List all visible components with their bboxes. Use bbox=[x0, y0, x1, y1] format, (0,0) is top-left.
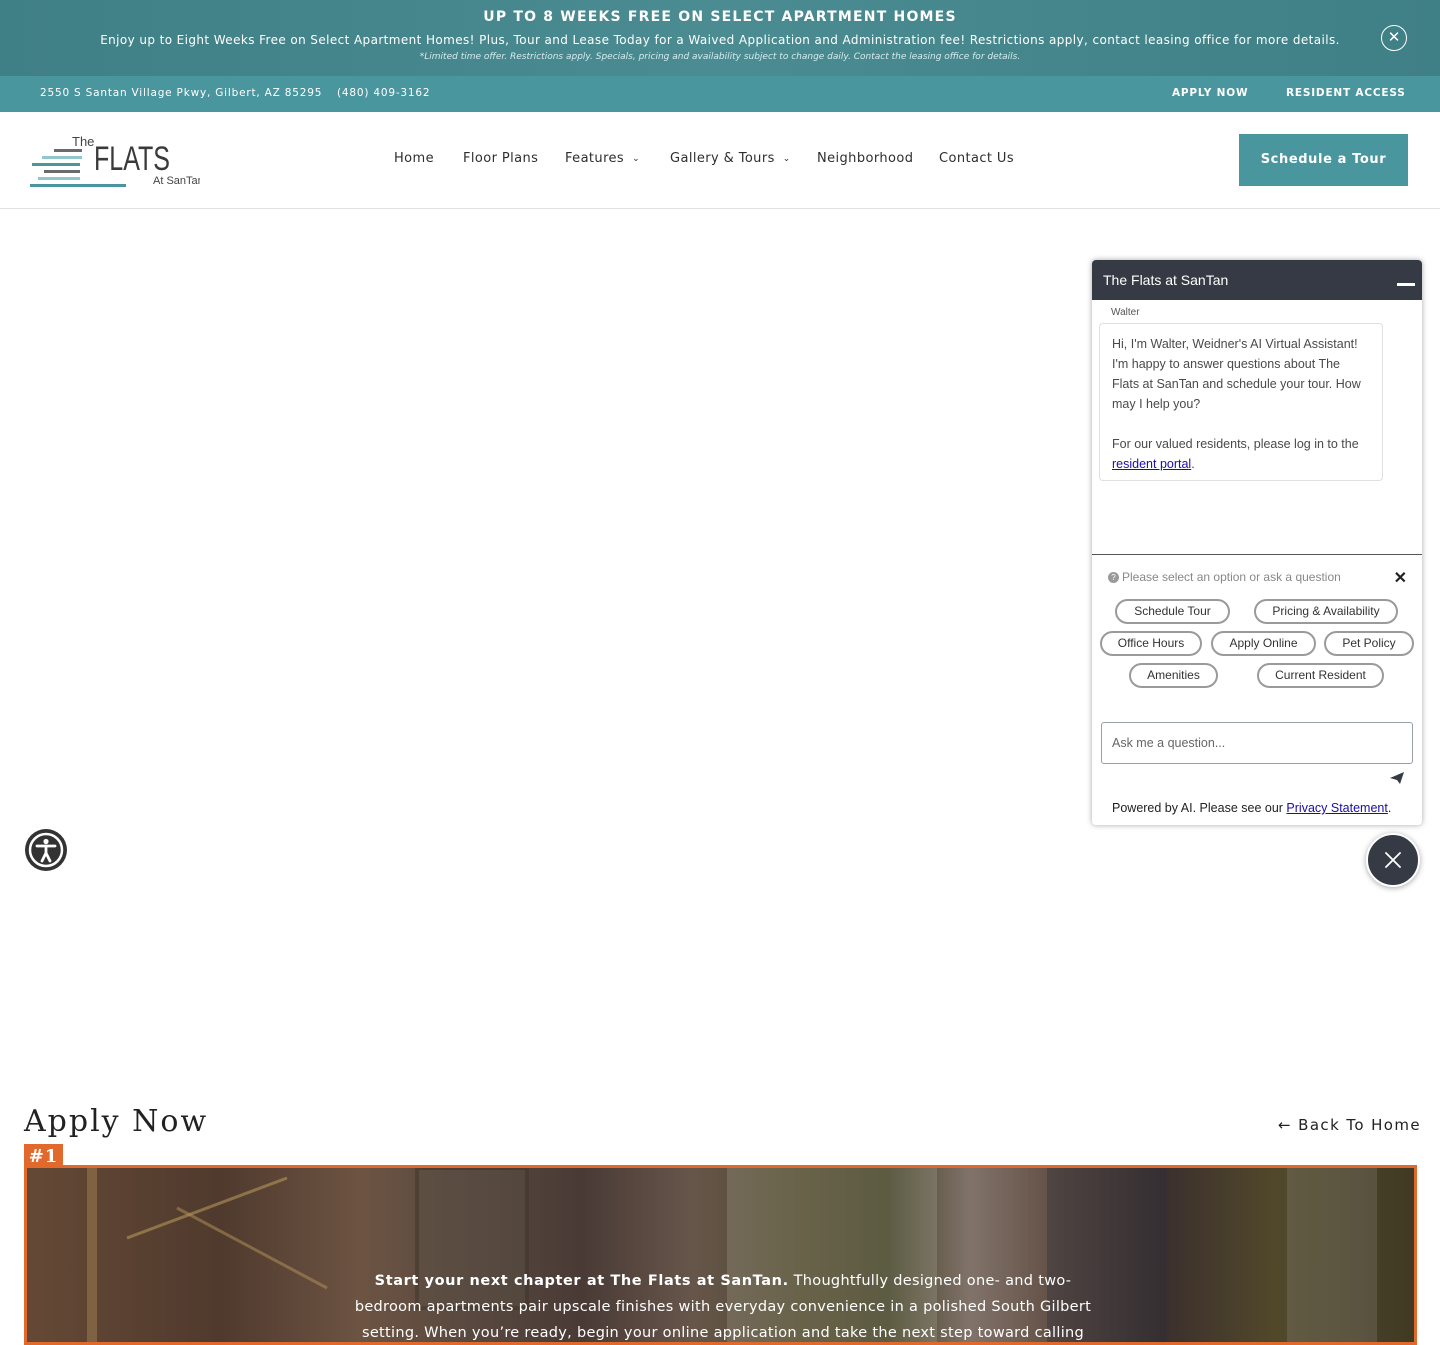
question-icon: ? bbox=[1108, 572, 1119, 583]
accessibility-icon bbox=[28, 832, 64, 868]
send-icon[interactable] bbox=[1390, 772, 1404, 784]
privacy-statement-link[interactable]: Privacy Statement bbox=[1286, 801, 1387, 815]
chevron-down-icon: ⌄ bbox=[782, 154, 791, 164]
apply-hero-banner: Start your next chapter at The Flats at … bbox=[24, 1165, 1417, 1345]
accessibility-button[interactable] bbox=[25, 829, 67, 871]
back-to-home-link[interactable]: ← Back To Home bbox=[1278, 1116, 1421, 1134]
svg-text:FLATS: FLATS bbox=[94, 140, 170, 178]
nav-contact-us[interactable]: Contact Us bbox=[939, 151, 1014, 166]
option-amenities[interactable]: Amenities bbox=[1129, 663, 1218, 688]
close-icon[interactable]: ✕ bbox=[1381, 25, 1407, 51]
site-header: The FLATS At SanTan Home Floor Plans Fea… bbox=[0, 112, 1440, 209]
nav-features[interactable]: Features ⌄ bbox=[565, 151, 640, 166]
chevron-down-icon: ⌄ bbox=[632, 154, 641, 164]
promo-fine-print: *Limited time offer. Restrictions apply.… bbox=[419, 52, 1021, 62]
option-office-hours[interactable]: Office Hours bbox=[1100, 631, 1202, 656]
nav-home[interactable]: Home bbox=[394, 151, 434, 166]
nav-floor-plans[interactable]: Floor Plans bbox=[463, 151, 538, 166]
chat-toggle-button[interactable] bbox=[1366, 833, 1420, 887]
chat-input[interactable] bbox=[1101, 722, 1413, 764]
option-apply-online[interactable]: Apply Online bbox=[1211, 631, 1316, 656]
chat-message: Hi, I'm Walter, Weidner's AI Virtual Ass… bbox=[1099, 323, 1383, 481]
chat-divider bbox=[1092, 554, 1422, 555]
option-pricing-availability[interactable]: Pricing & Availability bbox=[1254, 599, 1398, 624]
promo-title: UP TO 8 WEEKS FREE ON SELECT APARTMENT H… bbox=[483, 9, 957, 25]
chat-hint: ? Please select an option or ask a questi… bbox=[1108, 570, 1341, 584]
apply-section-title: Apply Now bbox=[24, 1104, 209, 1139]
schedule-tour-button[interactable]: Schedule a Tour bbox=[1239, 134, 1408, 186]
apply-now-link[interactable]: APPLY NOW bbox=[1172, 87, 1248, 99]
option-current-resident[interactable]: Current Resident bbox=[1257, 663, 1384, 688]
chat-widget: The Flats at SanTan Walter Hi, I'm Walte… bbox=[1092, 260, 1422, 825]
chat-sender-name: Walter bbox=[1111, 307, 1140, 318]
chat-header: The Flats at SanTan bbox=[1092, 260, 1422, 300]
svg-text:At SanTan: At SanTan bbox=[153, 175, 200, 187]
promo-banner: UP TO 8 WEEKS FREE ON SELECT APARTMENT H… bbox=[0, 0, 1440, 76]
nav-gallery-tours[interactable]: Gallery & Tours ⌄ bbox=[670, 151, 791, 166]
site-logo[interactable]: The FLATS At SanTan bbox=[30, 130, 200, 192]
option-schedule-tour[interactable]: Schedule Tour bbox=[1115, 599, 1230, 624]
phone-link[interactable]: (480) 409-3162 bbox=[337, 87, 430, 99]
promo-text: Enjoy up to Eight Weeks Free on Select A… bbox=[100, 33, 1340, 47]
utility-bar: 2550 S Santan Village Pkwy, Gilbert, AZ … bbox=[0, 76, 1440, 112]
close-icon bbox=[1385, 852, 1401, 868]
option-pet-policy[interactable]: Pet Policy bbox=[1324, 631, 1414, 656]
chat-title: The Flats at SanTan bbox=[1103, 272, 1229, 288]
chat-footer: Powered by AI. Please see our Privacy St… bbox=[1112, 801, 1392, 815]
svg-text:The: The bbox=[72, 134, 94, 149]
apply-hero-text: Start your next chapter at The Flats at … bbox=[354, 1273, 1092, 1341]
nav-neighborhood[interactable]: Neighborhood bbox=[817, 151, 913, 166]
close-options-icon[interactable]: ✕ bbox=[1394, 568, 1407, 588]
minimize-icon[interactable] bbox=[1397, 283, 1415, 286]
address-link[interactable]: 2550 S Santan Village Pkwy, Gilbert, AZ … bbox=[40, 87, 322, 99]
resident-portal-link[interactable]: resident portal bbox=[1112, 457, 1191, 471]
resident-access-link[interactable]: RESIDENT ACCESS bbox=[1286, 87, 1406, 99]
